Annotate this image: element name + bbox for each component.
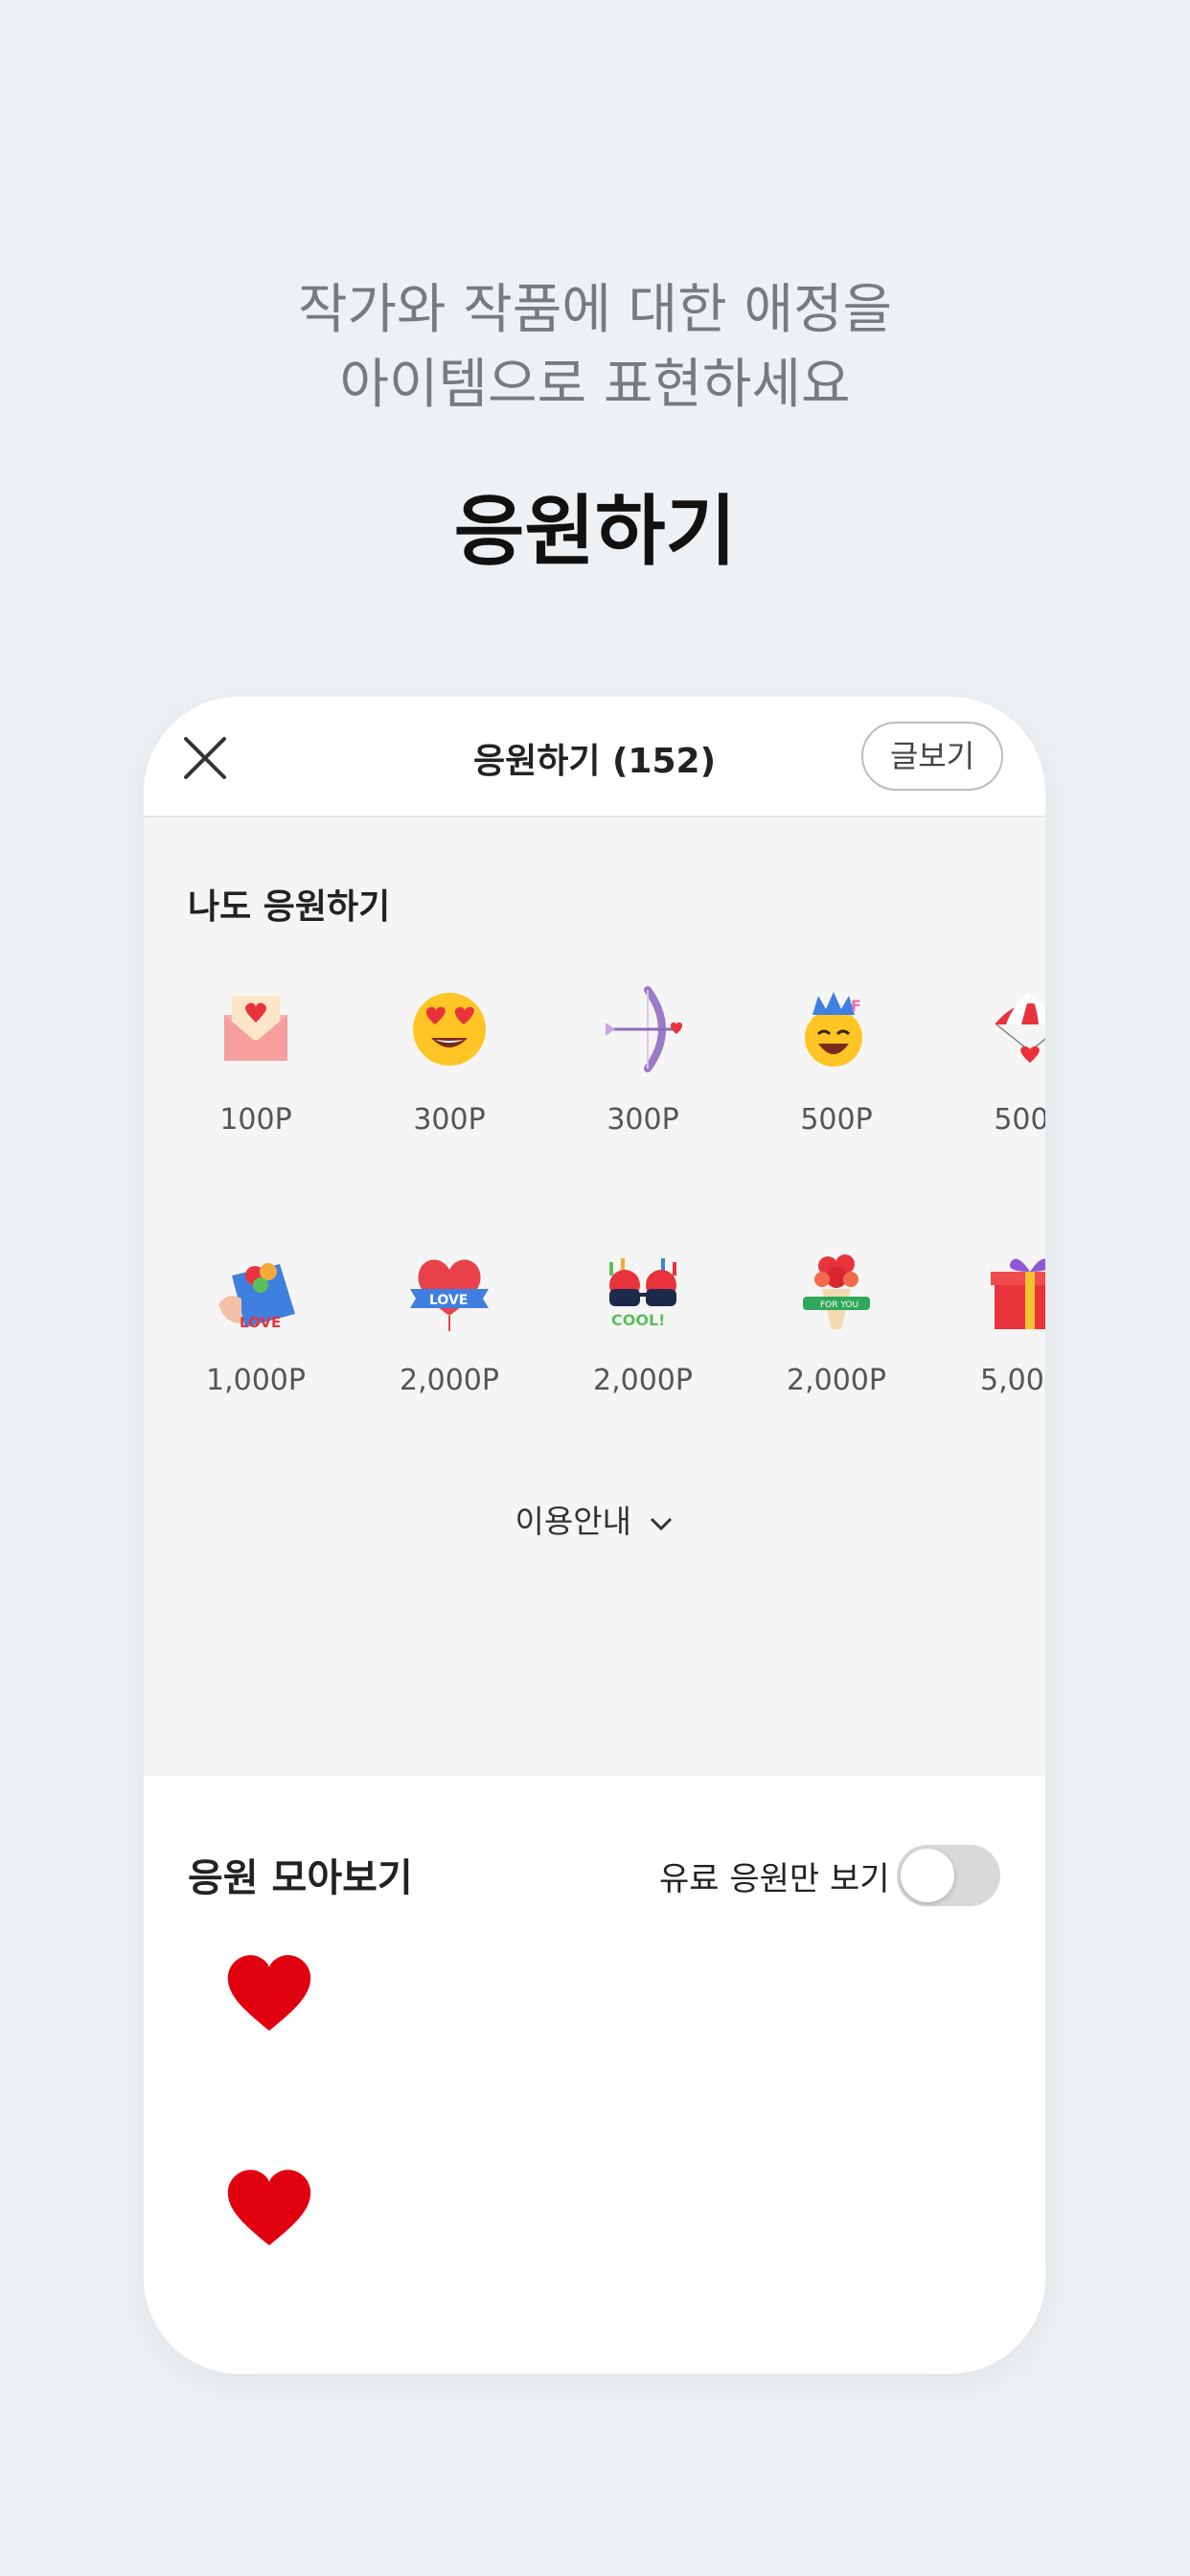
support-section: 나도 응원하기 100P 300P 300P F 500P 500 LOVE 1… bbox=[144, 817, 1045, 1776]
item-flower-bouquet[interactable]: FOR YOU 2,000P bbox=[740, 1247, 933, 1438]
item-love-envelope[interactable]: LOVE 1,000P bbox=[159, 1247, 353, 1438]
item-love-letter[interactable]: 100P bbox=[159, 986, 353, 1178]
item-price: 2,000P bbox=[787, 1364, 886, 1397]
promo-title: 응원하기 bbox=[453, 487, 737, 576]
svg-text:LOVE: LOVE bbox=[429, 1293, 468, 1308]
cupid-bow-icon bbox=[606, 986, 683, 1072]
promo-subtitle-line1: 작가와 작품에 대한 애정을 bbox=[297, 279, 893, 341]
heart-icon bbox=[227, 2170, 311, 2245]
love-letter-icon bbox=[224, 996, 287, 1061]
item-price: 5,000P bbox=[980, 1364, 1045, 1397]
item-heart-eyes[interactable]: 300P bbox=[353, 986, 546, 1178]
svg-text:LOVE: LOVE bbox=[240, 1314, 281, 1331]
item-cupid-bow[interactable]: 300P bbox=[546, 986, 740, 1178]
section-heading: 나도 응원하기 bbox=[188, 887, 391, 927]
svg-text:FOR YOU: FOR YOU bbox=[820, 1300, 858, 1310]
collect-heading: 응원 모아보기 bbox=[188, 1856, 413, 1900]
item-price: 300P bbox=[413, 1103, 486, 1137]
item-price: 1,000P bbox=[206, 1364, 306, 1397]
heart-icon bbox=[227, 1955, 311, 2031]
toggle-knob bbox=[901, 1849, 954, 1902]
laughing-crown-emoji-icon: F bbox=[805, 992, 862, 1067]
top-bar: 응원하기 (152) 글보기 bbox=[144, 697, 1045, 817]
love-balloon-heart-icon: LOVE bbox=[410, 1259, 489, 1331]
view-post-button[interactable]: 글보기 bbox=[861, 722, 1003, 791]
svg-text:COOL!: COOL! bbox=[611, 1311, 665, 1329]
love-envelope-icon: LOVE bbox=[218, 1263, 295, 1331]
flower-bouquet-icon: FOR YOU bbox=[803, 1254, 870, 1329]
gift-box-icon bbox=[991, 1258, 1045, 1329]
item-price: 500P bbox=[994, 1103, 1045, 1137]
item-price: 500P bbox=[800, 1103, 873, 1137]
promo-subtitle: 작가와 작품에 대한 애정을 아이템으로 표현하세요 bbox=[0, 273, 1190, 423]
item-cool-glasses[interactable]: COOL! 2,000P bbox=[546, 1247, 740, 1438]
svg-text:F: F bbox=[851, 997, 861, 1015]
item-price: 2,000P bbox=[400, 1364, 499, 1397]
item-price: 300P bbox=[606, 1103, 679, 1137]
usage-guide-label: 이용안내 bbox=[515, 1503, 631, 1540]
item-price: 2,000P bbox=[593, 1364, 693, 1397]
cool-birthday-glasses-icon: COOL! bbox=[609, 1258, 676, 1329]
item-parachute-heart[interactable]: 500P bbox=[933, 986, 1045, 1178]
usage-guide-toggle[interactable]: 이용안내 bbox=[144, 1496, 1045, 1542]
paid-only-label: 유료 응원만 보기 bbox=[659, 1860, 890, 1898]
item-row-2: LOVE 1,000P LOVE 2,000P COOL! 2,000P FOR… bbox=[144, 1247, 1045, 1438]
item-price: 100P bbox=[219, 1103, 292, 1137]
item-love-balloon[interactable]: LOVE 2,000P bbox=[353, 1247, 546, 1438]
item-laughing-crown[interactable]: F 500P bbox=[740, 986, 933, 1178]
item-row-1: 100P 300P 300P F 500P 500 bbox=[144, 986, 1045, 1178]
chevron-down-icon bbox=[651, 1517, 673, 1530]
item-gift-box[interactable]: 5,000P bbox=[933, 1247, 1045, 1438]
parachute-heart-icon bbox=[995, 994, 1045, 1063]
heart-eyes-emoji-icon bbox=[413, 993, 486, 1066]
paid-only-toggle[interactable] bbox=[897, 1845, 1000, 1906]
promo-subtitle-line2: 아이템으로 표현하세요 bbox=[339, 354, 851, 416]
phone-frame: 응원하기 (152) 글보기 나도 응원하기 100P 300P 300P F … bbox=[144, 697, 1045, 2374]
collect-section: 응원 모아보기 유료 응원만 보기 bbox=[144, 1776, 1045, 2374]
